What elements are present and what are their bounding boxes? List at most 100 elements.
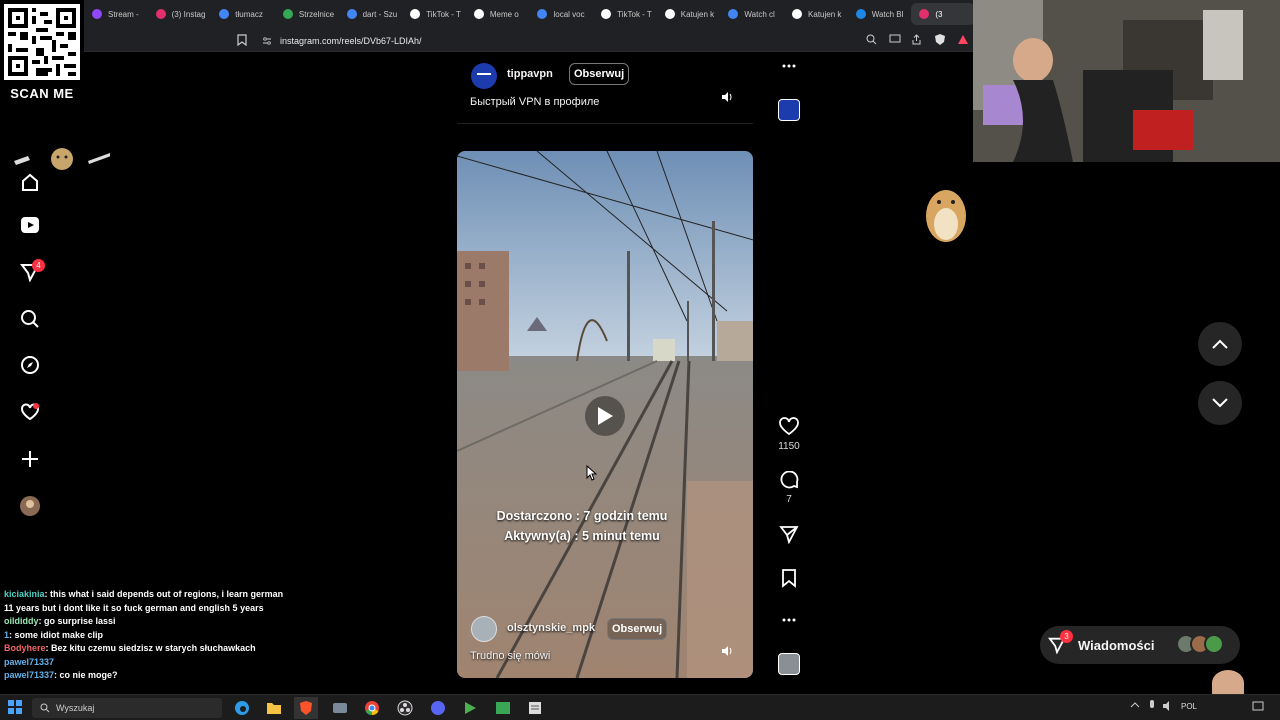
url-field[interactable]: instagram.com/reels/DVb67-LDIAh/	[262, 32, 862, 49]
browser-tab[interactable]: (3	[911, 3, 975, 25]
follow-button[interactable]: Obserwuj	[607, 618, 668, 640]
bookmark-icon[interactable]	[236, 34, 248, 46]
search-icon[interactable]	[16, 305, 44, 333]
audio-thumbnail[interactable]	[778, 99, 800, 121]
tab-favicon-icon	[219, 9, 230, 19]
site-info-icon[interactable]	[262, 36, 272, 46]
tab-title: Strzelnice	[298, 9, 335, 19]
brave-icon[interactable]	[294, 697, 318, 719]
browser-tab[interactable]: Stream -	[84, 3, 148, 25]
follow-button[interactable]: Obserwuj	[569, 63, 630, 85]
tab-title: (3	[935, 9, 943, 19]
browser-tab[interactable]: local voc	[529, 3, 593, 25]
more-options-icon[interactable]	[780, 58, 798, 74]
username[interactable]: olsztynskie_mpk	[507, 622, 595, 634]
create-icon[interactable]	[16, 445, 44, 473]
tab-favicon-icon	[919, 9, 930, 19]
rewards-icon[interactable]	[957, 34, 969, 45]
volume-icon[interactable]	[1162, 701, 1174, 711]
chat-username[interactable]: Bodyhere	[4, 643, 46, 653]
browser-tab[interactable]: Strzelnice	[275, 3, 339, 25]
tab-title: TikTok - T	[426, 9, 461, 19]
app-icon[interactable]	[328, 697, 352, 719]
language-indicator[interactable]: POL	[1181, 702, 1197, 711]
like-button[interactable]	[775, 414, 803, 438]
browser-tab[interactable]: TikTok - T	[402, 3, 466, 25]
obs-icon[interactable]	[393, 697, 417, 719]
chat-username[interactable]: kiciakinia	[4, 589, 45, 599]
tab-favicon-icon	[664, 9, 675, 19]
zoom-icon[interactable]	[866, 34, 877, 45]
search-icon	[40, 703, 50, 713]
heart-icon[interactable]	[16, 398, 44, 426]
reel-video[interactable]: Dostarczono : 7 godzin temu Aktywny(a) :…	[457, 151, 753, 678]
browser-tab[interactable]: dart - Szu	[339, 3, 403, 25]
volume-icon[interactable]	[721, 645, 733, 657]
url-text: instagram.com/reels/DVb67-LDIAh/	[280, 35, 422, 46]
windows-start-icon[interactable]	[8, 700, 22, 714]
browser-tab[interactable]: tłumacz	[211, 3, 275, 25]
tab-title: Watch Bl	[871, 9, 904, 19]
browser-tab[interactable]: Meme o	[466, 3, 530, 25]
tab-title: (3) Instag	[171, 9, 206, 19]
tab-favicon-icon	[282, 9, 293, 19]
chat-message: pawel71337	[0, 656, 290, 670]
play-button[interactable]	[585, 396, 625, 436]
chat-username[interactable]: pawel71337	[4, 657, 54, 667]
next-reel-button[interactable]	[1198, 381, 1242, 425]
comment-button[interactable]	[775, 469, 803, 493]
app-icon[interactable]	[491, 697, 515, 719]
tab-favicon-icon	[792, 9, 803, 19]
previous-reel-button[interactable]	[1198, 322, 1242, 366]
tray-chevron-icon[interactable]	[1130, 702, 1140, 708]
tab-title: Watch cl	[744, 9, 775, 19]
brave-shield-icon[interactable]	[934, 33, 946, 46]
reels-icon[interactable]	[16, 211, 44, 239]
more-options-icon[interactable]	[775, 612, 803, 628]
save-button[interactable]	[775, 566, 803, 590]
avatar[interactable]	[16, 492, 44, 520]
audio-thumbnail[interactable]	[778, 653, 800, 675]
cast-icon[interactable]	[889, 34, 901, 44]
browser-tab[interactable]: Watch Bl	[848, 3, 912, 25]
notepad-icon[interactable]	[523, 697, 547, 719]
taskbar-search-placeholder: Wyszukaj	[56, 703, 95, 713]
avatar	[1204, 634, 1224, 654]
tab-title: tłumacz	[235, 9, 263, 19]
tab-favicon-icon	[155, 9, 166, 19]
tab-favicon-icon	[601, 9, 612, 19]
taskbar-search[interactable]: Wyszukaj	[32, 698, 222, 718]
tab-favicon-icon	[537, 9, 548, 19]
chat-username[interactable]: oildiddy	[4, 616, 39, 626]
browser-tab[interactable]: Katujen k	[784, 3, 848, 25]
messages-button[interactable]: 3 Wiadomości	[1040, 626, 1240, 664]
microphone-icon[interactable]	[1148, 700, 1156, 712]
share-icon[interactable]	[911, 34, 922, 45]
home-icon[interactable]	[16, 168, 44, 196]
tab-favicon-icon	[473, 9, 484, 19]
browser-tab[interactable]: (3) Instag	[148, 3, 212, 25]
account-avatar[interactable]	[471, 63, 497, 89]
edge-icon[interactable]	[230, 697, 254, 719]
qr-code-overlay: SCAN ME	[0, 0, 84, 106]
tab-title: Katujen k	[808, 9, 842, 19]
comment-icon	[780, 471, 799, 489]
share-button[interactable]	[775, 522, 803, 546]
notifications-icon[interactable]	[1252, 701, 1264, 712]
browser-tab[interactable]: Katujen k	[657, 3, 721, 25]
like-count: 1150	[778, 441, 800, 452]
chrome-icon[interactable]	[360, 697, 384, 719]
volume-icon[interactable]	[721, 91, 733, 103]
explore-icon[interactable]	[16, 351, 44, 379]
media-player-icon[interactable]	[458, 697, 482, 719]
browser-tab[interactable]: TikTok - T	[593, 3, 657, 25]
chat-username[interactable]: pawel71337	[4, 670, 54, 680]
discord-icon[interactable]	[426, 697, 450, 719]
account-avatar[interactable]	[471, 616, 497, 642]
browser-tab[interactable]: Watch cl	[720, 3, 784, 25]
chat-text: co nie moge?	[59, 670, 118, 680]
username[interactable]: tippavpn	[507, 68, 553, 80]
file-explorer-icon[interactable]	[262, 697, 286, 719]
heart-icon	[779, 417, 799, 435]
send-icon	[779, 526, 799, 544]
